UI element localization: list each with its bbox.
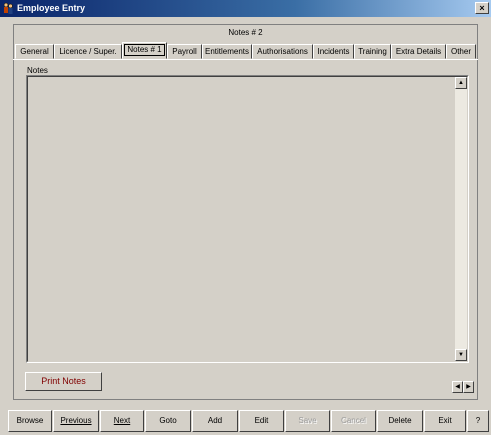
previous-button[interactable]: Previous xyxy=(53,410,99,432)
add-button[interactable]: Add xyxy=(192,410,238,432)
tab-general[interactable]: General xyxy=(15,44,54,59)
notes-label: Notes xyxy=(27,66,48,75)
scroll-down-button[interactable]: ▼ xyxy=(455,349,467,361)
scroll-left-button[interactable]: ◀ xyxy=(452,381,463,393)
tab-licence-super[interactable]: Licence / Super. xyxy=(54,44,122,59)
arrow-right-icon: ▶ xyxy=(466,384,471,390)
notes-textarea[interactable]: ▲ ▼ xyxy=(26,75,469,363)
next-button[interactable]: Next xyxy=(100,410,144,432)
save-button[interactable]: Save xyxy=(285,410,330,432)
tab-training[interactable]: Training xyxy=(354,44,391,59)
notes-vertical-scrollbar[interactable]: ▲ ▼ xyxy=(455,77,467,361)
section-header: Notes # 2 xyxy=(228,28,263,37)
window-title: Employee Entry xyxy=(17,3,86,13)
print-notes-button[interactable]: Print Notes xyxy=(25,372,102,391)
tab-payroll[interactable]: Payroll xyxy=(167,44,202,59)
scroll-right-button[interactable]: ▶ xyxy=(463,381,474,393)
scroll-up-button[interactable]: ▲ xyxy=(455,77,467,89)
goto-button[interactable]: Goto xyxy=(145,410,191,432)
tab-authorisations[interactable]: Authorisations xyxy=(252,44,313,59)
close-icon: × xyxy=(479,3,485,13)
arrow-up-icon: ▲ xyxy=(458,80,464,86)
cancel-button[interactable]: Cancel xyxy=(331,410,376,432)
delete-button[interactable]: Delete xyxy=(377,410,423,432)
tab-entitlements[interactable]: Entitlements xyxy=(202,44,252,59)
exit-button[interactable]: Exit xyxy=(424,410,466,432)
notes-text[interactable] xyxy=(27,76,468,362)
arrow-down-icon: ▼ xyxy=(458,352,464,358)
tab-incidents[interactable]: Incidents xyxy=(313,44,354,59)
tab-extra-details[interactable]: Extra Details xyxy=(391,44,446,59)
help-button[interactable]: ? xyxy=(467,410,489,432)
close-button[interactable]: × xyxy=(475,2,489,14)
edit-button[interactable]: Edit xyxy=(239,410,284,432)
tab-other[interactable]: Other xyxy=(446,44,476,59)
title-bar: Employee Entry × xyxy=(0,0,491,17)
browse-button[interactable]: Browse xyxy=(8,410,52,432)
people-icon xyxy=(3,2,13,14)
tab-notes-1[interactable]: Notes # 1 xyxy=(122,42,167,59)
arrow-left-icon: ◀ xyxy=(455,384,460,390)
